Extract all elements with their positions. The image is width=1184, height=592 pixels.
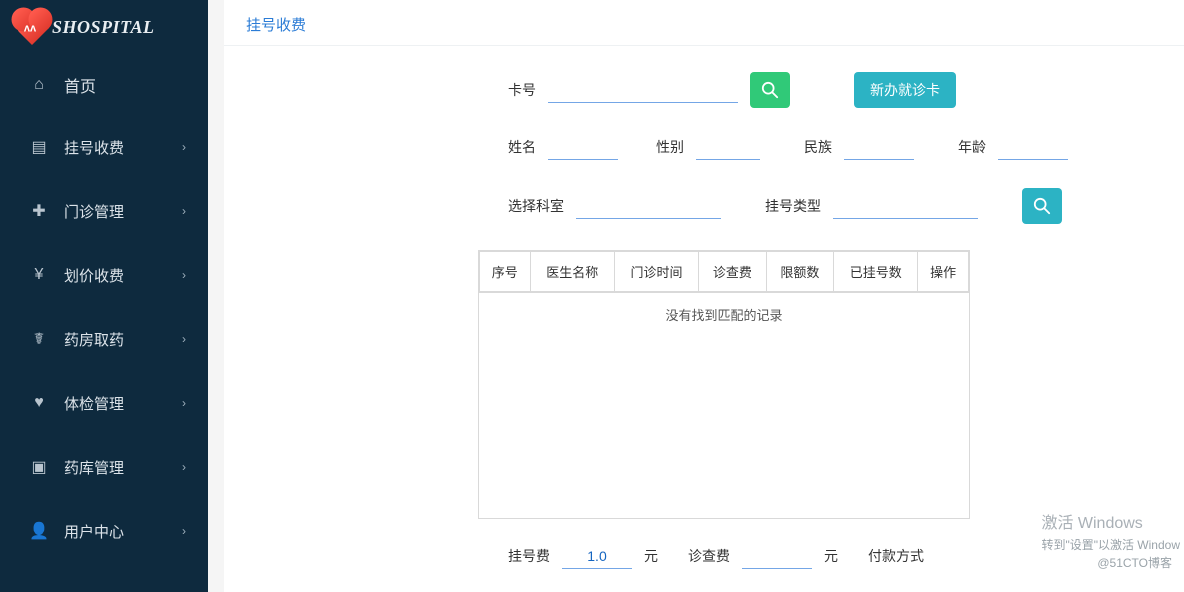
age-label: 年龄 bbox=[958, 137, 986, 157]
chevron-right-icon: › bbox=[182, 140, 186, 154]
doctor-table: 序号 医生名称 门诊时间 诊查费 限额数 已挂号数 操作 没有找到匹配的记录 bbox=[478, 250, 970, 519]
brand-text: SHOSPITAL bbox=[52, 17, 155, 38]
chevron-right-icon: › bbox=[182, 268, 186, 282]
sidebar-item-home[interactable]: ⌂ 首页 bbox=[0, 55, 208, 115]
sidebar-item-label: 门诊管理 bbox=[64, 201, 124, 222]
regfee-label: 挂号费 bbox=[508, 546, 550, 566]
sidebar-item-pharmacy[interactable]: ☤ 药房取药 › bbox=[0, 307, 208, 371]
regtype-input[interactable] bbox=[833, 193, 978, 219]
department-label: 选择科室 bbox=[508, 196, 564, 216]
th-doctor: 医生名称 bbox=[530, 252, 614, 292]
chevron-right-icon: › bbox=[182, 204, 186, 218]
th-index: 序号 bbox=[480, 252, 531, 292]
sidebar-item-checkup[interactable]: ♥ 体检管理 › bbox=[0, 371, 208, 435]
ethnicity-input[interactable] bbox=[844, 134, 914, 160]
search-card-button[interactable] bbox=[750, 72, 790, 108]
sidebar-item-stock[interactable]: ▣ 药库管理 › bbox=[0, 435, 208, 499]
row-card: 卡号 新办就诊卡 bbox=[508, 72, 1160, 108]
sidebar-item-outpatient[interactable]: ✚ 门诊管理 › bbox=[0, 179, 208, 243]
card-label: 卡号 bbox=[508, 80, 536, 100]
examfee-label: 诊查费 bbox=[688, 546, 730, 566]
search-icon bbox=[761, 81, 779, 99]
name-input[interactable] bbox=[548, 134, 618, 160]
paymethod-label: 付款方式 bbox=[868, 546, 924, 566]
ethnicity-label: 民族 bbox=[804, 137, 832, 157]
th-count: 已挂号数 bbox=[834, 252, 918, 292]
department-input[interactable] bbox=[576, 193, 721, 219]
page-title: 挂号收费 bbox=[224, 0, 1184, 46]
sidebar-item-user[interactable]: 👤 用户中心 › bbox=[0, 499, 208, 563]
row-basic: 姓名 性别 民族 年龄 bbox=[508, 134, 1160, 160]
table-empty: 没有找到匹配的记录 bbox=[479, 292, 969, 336]
main-panel: 挂号收费 卡号 新办就诊卡 姓名 性别 民族 年龄 选择科室 bbox=[224, 0, 1184, 592]
sidebar-item-label: 体检管理 bbox=[64, 393, 124, 414]
content: 卡号 新办就诊卡 姓名 性别 民族 年龄 选择科室 挂号类型 bbox=[224, 46, 1184, 579]
pricing-icon: ¥ bbox=[28, 266, 50, 284]
card-input[interactable] bbox=[548, 77, 738, 103]
checkup-icon: ♥ bbox=[28, 394, 50, 412]
regfee-input[interactable] bbox=[562, 543, 632, 569]
heart-icon: ᴧᴧ bbox=[15, 11, 49, 45]
gender-input[interactable] bbox=[696, 134, 760, 160]
sidebar-item-label: 用户中心 bbox=[64, 521, 124, 542]
outpatient-icon: ✚ bbox=[28, 201, 50, 221]
row-dept: 选择科室 挂号类型 bbox=[508, 188, 1160, 224]
examfee-unit: 元 bbox=[824, 546, 838, 566]
age-input[interactable] bbox=[998, 134, 1068, 160]
home-icon: ⌂ bbox=[28, 76, 50, 94]
search-doctor-button[interactable] bbox=[1022, 188, 1062, 224]
row-fees: 挂号费 元 诊查费 元 付款方式 bbox=[508, 543, 1160, 569]
sidebar: ᴧᴧ SHOSPITAL ⌂ 首页 ▤ 挂号收费 › ✚ 门诊管理 › ¥ 划价… bbox=[0, 0, 208, 592]
name-label: 姓名 bbox=[508, 137, 536, 157]
chevron-right-icon: › bbox=[182, 524, 186, 538]
chevron-right-icon: › bbox=[182, 460, 186, 474]
table-body bbox=[479, 336, 969, 518]
th-limit: 限额数 bbox=[766, 252, 833, 292]
search-icon bbox=[1033, 197, 1051, 215]
sidebar-item-label: 划价收费 bbox=[64, 265, 124, 286]
gender-label: 性别 bbox=[656, 137, 684, 157]
sidebar-item-label: 首页 bbox=[64, 73, 96, 97]
register-icon: ▤ bbox=[28, 137, 50, 157]
sidebar-item-label: 药房取药 bbox=[64, 329, 124, 350]
th-op: 操作 bbox=[918, 252, 969, 292]
sidebar-item-label: 挂号收费 bbox=[64, 137, 124, 158]
th-time: 门诊时间 bbox=[614, 252, 698, 292]
regfee-unit: 元 bbox=[644, 546, 658, 566]
pharmacy-icon: ☤ bbox=[28, 329, 50, 349]
new-card-button[interactable]: 新办就诊卡 bbox=[854, 72, 956, 108]
chevron-right-icon: › bbox=[182, 332, 186, 346]
examfee-input[interactable] bbox=[742, 543, 812, 569]
logo: ᴧᴧ SHOSPITAL bbox=[0, 0, 208, 55]
sidebar-item-register[interactable]: ▤ 挂号收费 › bbox=[0, 115, 208, 179]
chevron-right-icon: › bbox=[182, 396, 186, 410]
sidebar-item-pricing[interactable]: ¥ 划价收费 › bbox=[0, 243, 208, 307]
regtype-label: 挂号类型 bbox=[765, 196, 821, 216]
stock-icon: ▣ bbox=[28, 457, 50, 477]
th-fee: 诊查费 bbox=[699, 252, 766, 292]
user-icon: 👤 bbox=[28, 521, 50, 541]
sidebar-item-label: 药库管理 bbox=[64, 457, 124, 478]
